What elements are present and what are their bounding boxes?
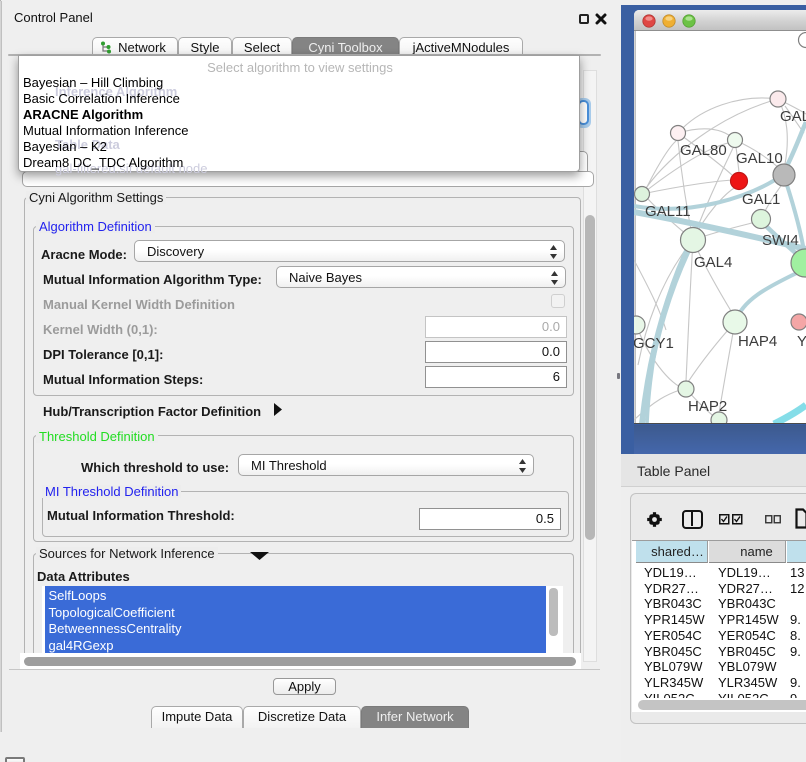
svg-text:GAL11: GAL11 [645, 203, 691, 220]
svg-text:GAL: GAL [780, 108, 806, 125]
svg-text:HAP4: HAP4 [738, 333, 777, 350]
svg-text:Y: Y [797, 333, 806, 350]
svg-text:GAL1: GAL1 [742, 191, 780, 208]
svg-text:GAL80: GAL80 [680, 142, 727, 159]
svg-text:GCY1: GCY1 [634, 335, 674, 352]
svg-text:SWI4: SWI4 [762, 232, 799, 249]
svg-text:GAL4: GAL4 [694, 254, 732, 271]
svg-text:GAL10: GAL10 [736, 150, 783, 167]
svg-text:HAP2: HAP2 [688, 398, 727, 415]
